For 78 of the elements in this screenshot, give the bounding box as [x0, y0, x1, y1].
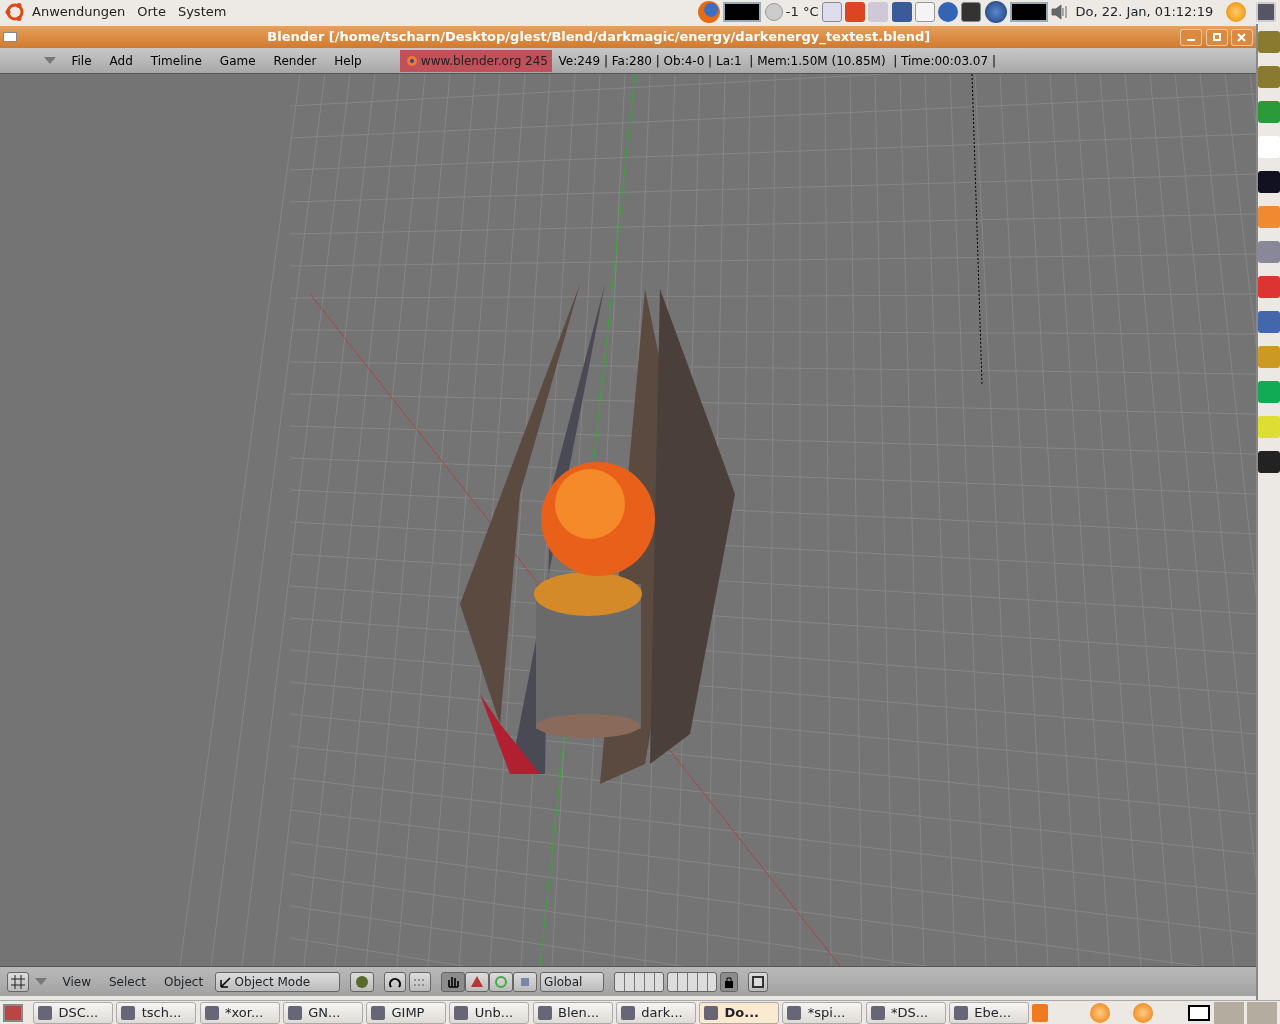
- maximize-button[interactable]: [1205, 28, 1228, 46]
- workspace-switcher[interactable]: [1213, 1001, 1244, 1024]
- layer-buttons[interactable]: [667, 971, 718, 992]
- close-button[interactable]: [1230, 28, 1253, 46]
- taskbar-button[interactable]: *xor...: [199, 1001, 280, 1024]
- window-menu-icon[interactable]: [3, 32, 18, 42]
- close-icon: [1237, 32, 1247, 42]
- window-icon: [787, 1005, 802, 1020]
- editor-type-button[interactable]: [6, 971, 29, 992]
- minimize-button[interactable]: [1180, 28, 1203, 46]
- window-icon: [953, 1005, 968, 1020]
- maximize-icon: [1212, 33, 1221, 41]
- orientation-dropdown[interactable]: Global: [540, 971, 605, 992]
- workspace-switcher[interactable]: [1188, 1004, 1211, 1021]
- window-icon: [121, 1005, 136, 1020]
- speaker-icon[interactable]: [1051, 4, 1069, 20]
- window-icon: [454, 1005, 469, 1020]
- window-icon: [371, 1005, 385, 1020]
- lock-button[interactable]: [720, 971, 739, 992]
- clock-label[interactable]: Do, 22. Jan, 01:12:19: [1072, 2, 1217, 22]
- dropdown-triangle-icon[interactable]: [35, 977, 47, 986]
- menu-item[interactable]: Timeline: [141, 51, 211, 70]
- workspace-switcher[interactable]: [1246, 1001, 1277, 1024]
- menu-item[interactable]: Anwendungen: [26, 2, 132, 22]
- pivot-dropdown[interactable]: [383, 971, 406, 992]
- temperature-label: -1 °C: [785, 3, 819, 22]
- menu-item[interactable]: View: [53, 972, 100, 991]
- window-icon: [287, 1005, 302, 1020]
- menu-item[interactable]: Render: [264, 51, 326, 70]
- manipulator-toggle[interactable]: [464, 971, 489, 992]
- menu-item[interactable]: Add: [100, 51, 142, 70]
- snap-button[interactable]: [409, 971, 432, 992]
- render-button[interactable]: [748, 971, 769, 992]
- taskbar-button[interactable]: *spi...: [782, 1001, 863, 1024]
- ring-icon: [492, 973, 509, 990]
- axes-icon: [219, 975, 232, 988]
- menu-item[interactable]: Game: [210, 51, 265, 70]
- taskbar-button[interactable]: DSC...: [33, 1001, 113, 1024]
- taskbar-button[interactable]: Ebe...: [948, 1001, 1029, 1024]
- ubuntu-logo-icon[interactable]: [4, 1, 26, 23]
- grid-icon: [10, 974, 25, 989]
- window-icon: [870, 1005, 885, 1020]
- window-title: Blender [/home/tscharn/Desktop/glest/Blend/darkmagic/energy/darkenergy_textest.blend]: [266, 28, 932, 47]
- taskbar-button[interactable]: Unb...: [449, 1001, 530, 1024]
- sphere-icon: [354, 974, 371, 989]
- taskbar-button[interactable]: GN...: [282, 1001, 363, 1024]
- scene-stats: Ve:249 | Fa:280 | Ob:4-0 | La:1 | Mem:1.50M (10.85M) | Time:00:03.07 |: [558, 52, 996, 70]
- taskbar-button[interactable]: Blen...: [532, 1001, 613, 1024]
- picture-icon: [752, 975, 765, 988]
- window-icon: [620, 1005, 635, 1020]
- menu-item[interactable]: System: [171, 2, 233, 22]
- mode-dropdown[interactable]: Object Mode: [215, 971, 341, 992]
- system-monitor-graph[interactable]: [723, 2, 762, 22]
- manipulator-toggle[interactable]: [440, 971, 465, 992]
- taskbar-button[interactable]: dark...: [615, 1001, 696, 1024]
- window-icon: [704, 1005, 718, 1020]
- window-icon: [537, 1005, 552, 1020]
- globe-icon[interactable]: [984, 1, 1007, 23]
- taskbar-button[interactable]: GIMP: [366, 1001, 446, 1024]
- manipulator-toggle[interactable]: [512, 971, 537, 992]
- lock-icon: [724, 975, 735, 988]
- firefox-icon[interactable]: [698, 1, 721, 23]
- menu-item[interactable]: Object: [155, 972, 213, 991]
- version-text: www.blender.org 245: [420, 52, 548, 70]
- menu-item[interactable]: File: [62, 51, 101, 70]
- taskbar-button[interactable]: Do...: [699, 1001, 779, 1024]
- menu-item[interactable]: Orte: [131, 2, 172, 22]
- dropdown-triangle-icon[interactable]: [44, 56, 56, 65]
- taskbar-button[interactable]: tsch...: [116, 1001, 197, 1024]
- shading-dropdown[interactable]: [350, 971, 375, 992]
- taskbar-button[interactable]: *DS...: [865, 1001, 946, 1024]
- manipulator-toggle[interactable]: [488, 971, 513, 992]
- window-icon: [204, 1005, 219, 1020]
- layer-buttons[interactable]: [613, 971, 664, 992]
- menu-item[interactable]: Help: [325, 51, 371, 70]
- system-monitor-graph[interactable]: [1009, 2, 1048, 22]
- window-icon: [38, 1005, 52, 1020]
- menu-item[interactable]: Select: [100, 972, 155, 991]
